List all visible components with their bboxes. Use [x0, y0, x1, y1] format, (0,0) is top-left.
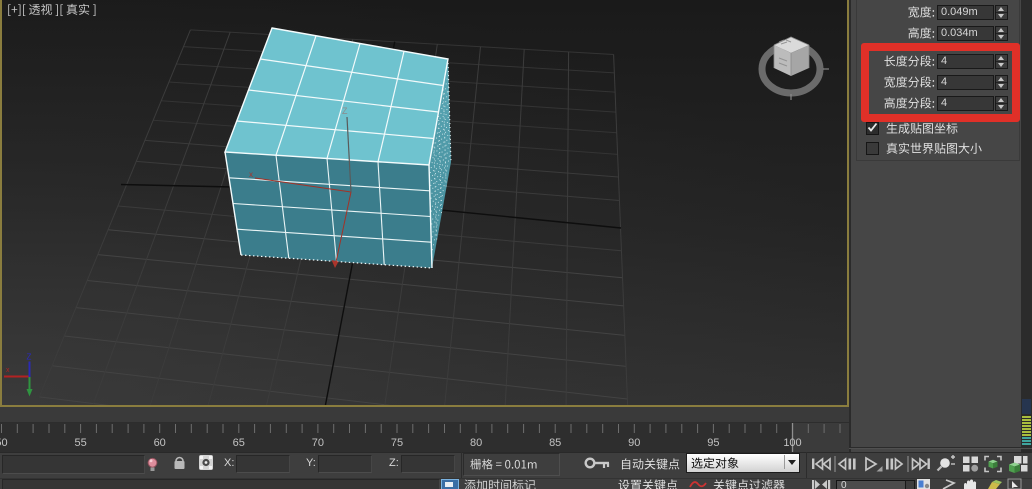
svg-text:75: 75 — [391, 437, 403, 449]
svg-text:80: 80 — [470, 437, 482, 449]
svg-text:85: 85 — [549, 437, 561, 449]
svg-text:90: 90 — [628, 437, 640, 449]
svg-text:70: 70 — [312, 437, 324, 449]
svg-text:x: x — [6, 367, 10, 374]
svg-text:55: 55 — [74, 437, 86, 449]
svg-text:65: 65 — [233, 437, 245, 449]
svg-text:x: x — [249, 170, 253, 179]
svg-text:50: 50 — [0, 437, 8, 449]
svg-text:Z: Z — [342, 106, 348, 116]
svg-text:100: 100 — [783, 437, 801, 449]
svg-text:60: 60 — [154, 437, 166, 449]
svg-text:Z: Z — [27, 353, 32, 362]
svg-text:95: 95 — [707, 437, 719, 449]
